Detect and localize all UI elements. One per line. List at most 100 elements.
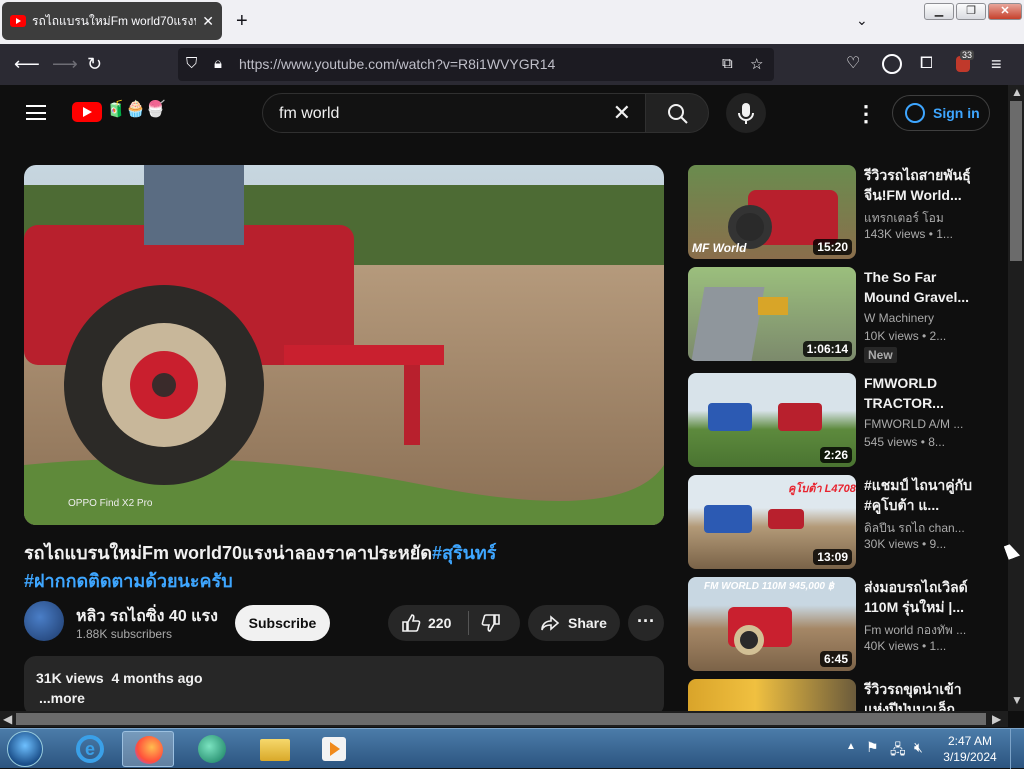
video-thumbnail[interactable]: 1:06:14 bbox=[688, 267, 856, 361]
lock-icon[interactable]: 🔒︎ bbox=[214, 55, 222, 72]
scroll-up-icon[interactable]: ▲ bbox=[1011, 85, 1023, 99]
new-tab-button[interactable]: + bbox=[236, 10, 248, 33]
internet-explorer-icon[interactable]: e bbox=[64, 731, 116, 767]
recommended-meta: 40K views • 1... bbox=[864, 639, 947, 653]
picture-in-picture-icon[interactable]: ⧉ bbox=[722, 55, 733, 72]
subscribe-button[interactable]: Subscribe bbox=[235, 605, 330, 641]
url-bar[interactable]: ⛉ 🔒︎ https://www.youtube.com/watch?v=R8i… bbox=[178, 48, 774, 81]
close-tab-icon[interactable]: ✕ bbox=[202, 13, 214, 30]
search-input[interactable]: fm world bbox=[279, 105, 339, 123]
share-label: Share bbox=[568, 615, 607, 631]
pocket-icon[interactable]: ♡ bbox=[846, 54, 860, 74]
media-player-icon[interactable] bbox=[308, 731, 360, 767]
thumbnail-text: คูโบต้า L4708 bbox=[788, 483, 856, 495]
recommended-channel[interactable]: แทรกเตอร์ โอม bbox=[864, 209, 974, 228]
video-thumbnail[interactable]: MF World 15:20 bbox=[688, 165, 856, 259]
vertical-scroll-thumb[interactable] bbox=[1010, 101, 1022, 261]
recommended-channel[interactable]: Fm world กองทัพ ... bbox=[864, 621, 974, 640]
video-title: รถไถแบรนใหม่Fm world70แรงน่าลองราคาประหย… bbox=[24, 539, 664, 595]
file-explorer-icon[interactable] bbox=[248, 731, 300, 767]
thumbs-down-icon[interactable] bbox=[480, 612, 502, 634]
minimize-button[interactable]: ▁ bbox=[924, 3, 954, 20]
extensions-icon[interactable]: ⧠ bbox=[920, 54, 933, 74]
show-more-link[interactable]: ...more bbox=[39, 690, 85, 706]
voice-search-button[interactable] bbox=[726, 93, 766, 133]
recommended-channel[interactable]: ดิลปีน รถไถ chan... bbox=[864, 519, 974, 538]
clock[interactable]: 2:47 AM 3/19/2024 bbox=[940, 733, 1000, 765]
hashtag-link[interactable]: #ฝากกดติดตามด้วยนะครับ bbox=[24, 571, 233, 591]
scroll-down-icon[interactable]: ▼ bbox=[1011, 693, 1023, 707]
recommended-video[interactable]: 2:26 FMWORLD TRACTOR... FMWORLD A/M ... … bbox=[688, 373, 988, 469]
guide-menu-icon[interactable] bbox=[26, 105, 46, 120]
channel-avatar[interactable] bbox=[24, 601, 64, 641]
list-all-tabs-icon[interactable]: ⌄ bbox=[856, 12, 868, 29]
horizontal-scroll-thumb[interactable] bbox=[16, 713, 986, 725]
show-desktop-button[interactable] bbox=[1010, 729, 1024, 769]
more-actions-button[interactable]: ··· bbox=[628, 605, 664, 641]
search-icon bbox=[668, 104, 688, 124]
channel-name[interactable]: หลิว รถไถซิ่ง 40 แรง bbox=[76, 604, 218, 629]
bookmark-star-icon[interactable]: ☆ bbox=[750, 55, 763, 73]
reload-icon[interactable]: ↻ bbox=[87, 54, 102, 74]
restore-button[interactable]: ❐ bbox=[956, 3, 986, 20]
recommended-meta: 545 views • 8... bbox=[864, 435, 945, 449]
tab-active[interactable]: รถไถแบรนใหม่Fm world70แรงน่า ✕ bbox=[2, 2, 222, 40]
firefox-taskbar-button[interactable] bbox=[122, 731, 174, 767]
settings-menu-icon[interactable]: ⋮ bbox=[855, 101, 877, 127]
subscriber-count: 1.88K subscribers bbox=[76, 627, 173, 641]
video-player[interactable]: OPPO Find X2 Pro bbox=[24, 165, 664, 525]
video-title-text: รถไถแบรนใหม่Fm world70แรงน่าลองราคาประหย… bbox=[24, 543, 432, 563]
sign-in-button[interactable]: Sign in bbox=[892, 95, 990, 131]
recommended-title[interactable]: #แชมป์ ไถนาคู่กับ #คูโบต้า แ... bbox=[864, 475, 974, 515]
recommended-title[interactable]: รีวิวรถขุดน่าเข้าแห่งปีปุ่นบาเล็ก bbox=[864, 679, 974, 711]
doodle-icon[interactable]: 🧃🧁🍧 bbox=[106, 99, 166, 119]
back-icon[interactable]: ⟵ bbox=[14, 54, 40, 74]
recommended-title[interactable]: รีวิวรถไถสายพันธุ์จีน!FM World... bbox=[864, 165, 974, 205]
recommended-channel[interactable]: W Machinery bbox=[864, 311, 974, 325]
thumbnail-text: MF World bbox=[692, 241, 747, 255]
recommended-video[interactable]: 1:06:14 The So Far Mound Gravel... W Mac… bbox=[688, 267, 988, 363]
video-thumbnail[interactable]: FM WORLD 110M 945,000 ฿ 6:45 bbox=[688, 577, 856, 671]
vertical-scrollbar[interactable]: ▲ ▼ bbox=[1008, 85, 1024, 711]
recommended-video[interactable]: MF World 15:20 รีวิวรถไถสายพันธุ์จีน!FM … bbox=[688, 165, 988, 261]
show-hidden-icons[interactable]: ▲ bbox=[846, 741, 856, 752]
video-thumbnail[interactable]: 2:26 bbox=[688, 373, 856, 467]
search-button[interactable] bbox=[645, 93, 709, 133]
share-icon bbox=[541, 615, 560, 631]
app-taskbar-icon[interactable] bbox=[186, 731, 238, 767]
clock-date: 3/19/2024 bbox=[943, 750, 997, 764]
youtube-logo[interactable] bbox=[72, 102, 102, 122]
recommended-video[interactable]: คูโบต้า L4708 13:09 #แชมป์ ไถนาคู่กับ #ค… bbox=[688, 475, 988, 571]
like-count[interactable]: 220 bbox=[428, 615, 451, 631]
sync-account-icon[interactable] bbox=[882, 54, 902, 74]
app-menu-icon[interactable]: ≡ bbox=[991, 54, 1002, 74]
video-thumbnail[interactable] bbox=[688, 679, 856, 711]
duration-badge: 2:26 bbox=[819, 447, 852, 463]
search-box[interactable]: fm world ✕ bbox=[262, 93, 646, 133]
horizontal-scrollbar[interactable]: ◀ ▶ bbox=[0, 711, 1008, 727]
recommended-title[interactable]: FMWORLD TRACTOR... bbox=[864, 373, 974, 413]
start-button[interactable] bbox=[7, 731, 43, 767]
tracking-protection-icon[interactable]: ⛉ bbox=[186, 55, 197, 72]
thumbs-up-icon[interactable] bbox=[400, 612, 422, 634]
view-stats: 31K views 4 months ago bbox=[36, 670, 203, 686]
scroll-left-icon[interactable]: ◀ bbox=[3, 712, 12, 726]
action-center-flag-icon[interactable]: ⚑ bbox=[866, 739, 879, 756]
recommended-video[interactable]: รีวิวรถขุดน่าเข้าแห่งปีปุ่นบาเล็ก bbox=[688, 679, 988, 711]
tab-strip: รถไถแบรนใหม่Fm world70แรงน่า ✕ + ⌄ ▁ ❐ ✕ bbox=[0, 0, 1024, 44]
volume-muted-icon[interactable]: 🔇︎ bbox=[914, 739, 923, 756]
recommended-title[interactable]: The So Far Mound Gravel... bbox=[864, 267, 974, 307]
window-close-button[interactable]: ✕ bbox=[988, 3, 1022, 20]
share-button[interactable]: Share bbox=[528, 605, 620, 641]
recommended-video[interactable]: FM WORLD 110M 945,000 ฿ 6:45 ส่งมอบรถไถเ… bbox=[688, 577, 988, 673]
scroll-right-icon[interactable]: ▶ bbox=[992, 712, 1001, 726]
clear-search-icon[interactable]: ✕ bbox=[613, 100, 631, 126]
network-icon[interactable]: 🖧︎ bbox=[890, 739, 906, 763]
forward-icon[interactable]: ⟶ bbox=[52, 54, 78, 74]
recommended-title[interactable]: ส่งมอบรถไถเวิลด์ 110M รุ่นใหม่ |... bbox=[864, 577, 974, 617]
video-thumbnail[interactable]: คูโบต้า L4708 13:09 bbox=[688, 475, 856, 569]
url-text[interactable]: https://www.youtube.com/watch?v=R8i1WVYG… bbox=[239, 56, 555, 72]
hashtag-link[interactable]: #สุรินทร์ bbox=[432, 543, 497, 563]
recommended-channel[interactable]: FMWORLD A/M ... bbox=[864, 417, 974, 431]
description-box[interactable]: 31K views 4 months ago ...more bbox=[24, 656, 664, 716]
